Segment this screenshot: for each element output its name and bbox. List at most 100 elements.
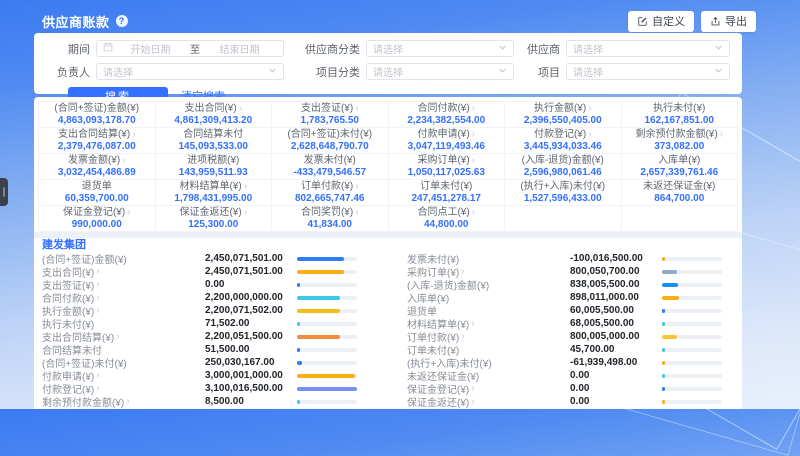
project-select[interactable]: 请选择 <box>566 63 730 80</box>
metric-card[interactable]: 支出合同结算(¥)›2,379,476,087.00 <box>39 128 156 154</box>
account-row-value: 3,100,016,500.00 <box>205 383 297 394</box>
account-row-value: 2,450,071,501.00 <box>205 253 297 264</box>
bar-fill <box>297 322 300 326</box>
metric-card[interactable]: 付款申请(¥)›3,047,119,493.46 <box>389 128 506 154</box>
bar-track <box>662 296 722 300</box>
supplier-category-select[interactable]: 请选择 <box>366 40 514 57</box>
metric-card-label: 付款申请(¥)› <box>417 129 475 140</box>
bar-track <box>662 387 722 391</box>
metric-card-value: 2,379,476,087.00 <box>58 141 136 152</box>
export-button[interactable]: 导出 <box>701 11 756 32</box>
account-row-value: 0.00 <box>570 383 662 394</box>
metric-card-label: 付款登记(¥)› <box>534 129 592 140</box>
date-range-input[interactable]: 开始日期 至 结束日期 <box>96 40 284 57</box>
chevron-right-icon: › <box>588 104 591 114</box>
metric-card[interactable]: 付款登记(¥)›3,445,934,033.46 <box>505 128 622 154</box>
chevron-right-icon: › <box>355 208 358 218</box>
metric-card[interactable]: 支出合同(¥)›4,861,309,413.20 <box>156 102 273 128</box>
metric-card-value: 2,628,648,790.70 <box>291 141 369 152</box>
bar-track <box>297 348 357 352</box>
metric-card[interactable]: 发票金额(¥)›3,032,454,486.89 <box>39 154 156 180</box>
metric-card: 退货单60,359,700.00 <box>39 180 156 206</box>
metric-card-value: 2,234,382,554.00 <box>407 115 485 126</box>
bar-fill <box>662 322 665 326</box>
account-row-value: 0.00 <box>205 279 297 290</box>
metric-card[interactable]: 保证金登记(¥)›990,000.00 <box>39 206 156 232</box>
metric-card-value: 1,527,596,433.00 <box>524 193 602 204</box>
metric-card-label: 材料结算单(¥)› <box>179 181 247 192</box>
filter-panel: 期间 开始日期 至 结束日期 供应商分类 请选择 供应商 请选择 负责人 请选择… <box>34 33 742 94</box>
bar-fill <box>297 257 344 261</box>
metric-card: 进项税额(¥)143,959,511.93 <box>156 154 273 180</box>
customize-button[interactable]: 自定义 <box>628 11 694 32</box>
metric-card-label: 订单未付(¥) <box>420 181 472 192</box>
metric-card-value: 802,665,747.46 <box>295 193 365 204</box>
account-row-value: 0.00 <box>570 396 662 407</box>
bar-fill <box>662 335 677 339</box>
group-title[interactable]: 建发集团 <box>42 239 734 251</box>
metric-card[interactable]: 合同点工(¥)›44,800.00 <box>389 206 506 232</box>
chevron-right-icon: › <box>127 208 130 218</box>
bar-fill <box>662 361 665 365</box>
chevron-down-icon <box>714 43 723 55</box>
bar-track <box>662 335 722 339</box>
metric-card: (合同+签证)金额(¥)4,863,093,178.70 <box>39 102 156 128</box>
end-date-placeholder: 结束日期 <box>202 41 277 56</box>
metric-card-value: 864,700.00 <box>654 193 704 204</box>
rows-left: (合同+签证)金额(¥)2,450,071,501.00支出合同(¥)›2,45… <box>42 252 369 409</box>
metric-card-label: 入库单(¥) <box>658 155 700 166</box>
select-placeholder: 请选择 <box>573 64 603 79</box>
bar-fill <box>662 348 665 352</box>
metric-card-label: 合同点工(¥)› <box>417 207 475 218</box>
metric-card-label: (合同+签证)未付(¥) <box>287 129 372 140</box>
metric-card[interactable]: 材料结算单(¥)›1,798,431,995.00 <box>156 180 273 206</box>
chevron-right-icon: › <box>122 156 125 166</box>
calendar-icon <box>103 42 113 55</box>
metric-card[interactable]: 合同奖罚(¥)›41,834.00 <box>272 206 389 232</box>
chevron-right-icon: › <box>96 371 99 381</box>
help-icon[interactable]: ? <box>116 15 128 27</box>
metric-card[interactable]: 合同付款(¥)›2,234,382,554.00 <box>389 102 506 128</box>
project-label: 项目 <box>520 64 560 80</box>
chevron-right-icon: › <box>126 397 129 407</box>
metric-card-label: 支出合同结算(¥)› <box>58 129 136 140</box>
metric-card[interactable]: 支出签证(¥)›1,783,765.50 <box>272 102 389 128</box>
sidebar-collapse-handle[interactable] <box>0 178 8 206</box>
metric-card-value: -433,479,546.57 <box>293 167 366 178</box>
bar-track <box>662 270 722 274</box>
metric-card[interactable]: 采购订单(¥)›1,050,117,025.63 <box>389 154 506 180</box>
bar-track <box>297 257 357 261</box>
metric-card[interactable]: 保证金返还(¥)›125,300.00 <box>156 206 273 232</box>
account-row-value: 51,500.00 <box>205 344 297 355</box>
metric-card-label: (合同+签证)金额(¥) <box>54 103 139 114</box>
bar-track <box>662 348 722 352</box>
bar-fill <box>297 348 300 352</box>
export-icon <box>710 16 721 27</box>
metric-card[interactable]: 执行金额(¥)›2,396,550,405.00 <box>505 102 622 128</box>
metric-card-label: 发票未付(¥) <box>304 155 356 166</box>
chevron-right-icon: › <box>355 182 358 192</box>
bar-fill <box>297 387 357 391</box>
bar-track <box>297 374 357 378</box>
metric-card[interactable]: 剩余预付款金额(¥)›373,082.00 <box>622 128 739 154</box>
chevron-right-icon: › <box>588 130 591 140</box>
metric-card-value: 1,783,765.50 <box>301 115 359 126</box>
account-row-value: 2,200,051,500.00 <box>205 331 297 342</box>
metric-card[interactable]: 订单付款(¥)›802,665,747.46 <box>272 180 389 206</box>
bar-track <box>662 257 722 261</box>
chevron-right-icon: › <box>472 104 475 114</box>
metric-card-value: 2,657,339,761.46 <box>640 167 718 178</box>
bar-track <box>662 322 722 326</box>
metric-card-empty <box>622 206 739 232</box>
bar-fill <box>662 270 677 274</box>
metric-card-value: 4,861,309,413.20 <box>174 115 252 126</box>
bar-fill <box>662 387 665 391</box>
metric-card-value: 125,300.00 <box>188 219 238 230</box>
project-category-select[interactable]: 请选择 <box>366 63 514 80</box>
supplier-select[interactable]: 请选择 <box>566 40 730 57</box>
metric-card-label: 执行未付(¥) <box>653 103 705 114</box>
metric-card-value: 3,047,119,493.46 <box>408 141 485 152</box>
chevron-right-icon: › <box>244 182 247 192</box>
owner-select[interactable]: 请选择 <box>96 63 284 80</box>
metric-card-value: 4,863,093,178.70 <box>58 115 136 126</box>
